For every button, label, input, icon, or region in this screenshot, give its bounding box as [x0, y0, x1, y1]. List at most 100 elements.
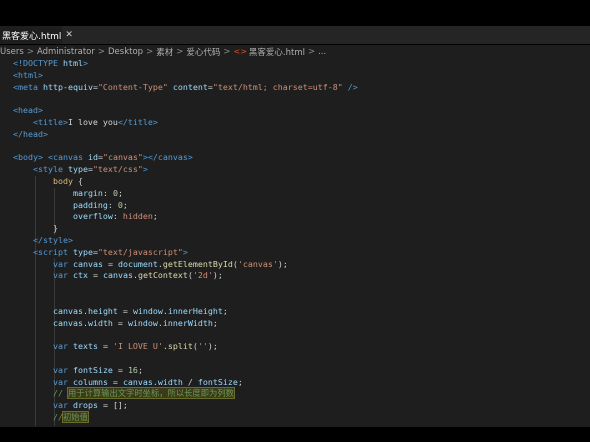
code-area[interactable]: <!DOCTYPE html> <html> <meta http-equiv="C… [13, 58, 590, 424]
screen: 黑客爱心.html ✕ Users > Administrator > Desk… [0, 0, 590, 442]
code-token: <script [32, 246, 73, 257]
code-token: body [52, 175, 73, 186]
code-token: <title> [32, 116, 68, 127]
code-token: canvas [122, 376, 153, 387]
code-line[interactable] [13, 93, 590, 105]
breadcrumb-item-sucai[interactable]: 素材 [156, 46, 173, 58]
code-token: ctx [72, 270, 88, 281]
code-line[interactable]: <head> [13, 105, 590, 117]
code-line[interactable] [13, 282, 590, 294]
code-token: = [112, 317, 128, 328]
code-token: 'canvas' [237, 258, 278, 269]
breadcrumb-item-file[interactable]: 黑客爱心.html [249, 46, 305, 58]
code-token: window [132, 305, 163, 316]
code-token: // [52, 388, 68, 399]
code-token: canvas [72, 258, 103, 269]
code-token: ; [137, 364, 143, 375]
code-line[interactable]: canvas.height = window.innerHeight; [13, 306, 590, 318]
code-token: = [112, 364, 128, 375]
code-token: 16 [127, 364, 138, 375]
code-line[interactable]: <style type="text/css"> [13, 164, 590, 176]
close-icon[interactable]: ✕ [65, 30, 73, 40]
breadcrumb-item-administrator[interactable]: Administrator [37, 47, 95, 57]
code-line[interactable] [13, 329, 590, 341]
code-line[interactable]: var fontSize = 16; [13, 365, 590, 377]
code-token: var [52, 270, 68, 281]
code-line[interactable]: var drops = []; [13, 400, 590, 412]
code-line[interactable]: margin: 0; [13, 188, 590, 200]
code-token: "text/html; charset=utf-8" [212, 81, 343, 92]
code-token: type [72, 246, 93, 257]
code-token: ; [152, 211, 158, 222]
code-line[interactable] [13, 141, 590, 153]
code-line[interactable]: var texts = 'I LOVE U'.split(''); [13, 341, 590, 353]
code-token: = [117, 305, 133, 316]
code-line[interactable]: </style> [13, 235, 590, 247]
editor-tab[interactable]: 黑客爱心.html ✕ [0, 26, 73, 44]
code-token: height [87, 305, 118, 316]
code-token: margin [72, 187, 103, 198]
code-line[interactable]: canvas.width = window.innerWidth; [13, 318, 590, 330]
code-token: hidden [122, 211, 153, 222]
code-line[interactable]: } [13, 223, 590, 235]
code-line[interactable]: <!DOCTYPE html> [13, 58, 590, 70]
code-token: var [52, 258, 68, 269]
code-token: = []; [97, 400, 128, 411]
code-token: ; [222, 305, 228, 316]
chevron-right-icon: > [97, 46, 106, 57]
code-token: padding [72, 199, 108, 210]
code-line[interactable] [13, 353, 590, 365]
code-line[interactable]: </head> [13, 129, 590, 141]
code-token: </title> [117, 116, 158, 127]
code-line[interactable]: var ctx = canvas.getContext('2d'); [13, 270, 590, 282]
breadcrumb-item-desktop[interactable]: Desktop [108, 47, 143, 57]
html-file-icon: <> [233, 47, 247, 56]
code-line[interactable]: var columns = canvas.width / fontSize; [13, 377, 590, 389]
chevron-right-icon: > [176, 46, 184, 57]
code-token: var [52, 400, 68, 411]
code-token: <canvas [47, 152, 88, 163]
code-line[interactable] [13, 294, 590, 306]
code-token: fontSize [197, 376, 238, 387]
code-line[interactable]: <body> <canvas id="canvas"></canvas> [13, 152, 590, 164]
code-line[interactable]: overflow: hidden; [13, 211, 590, 223]
code-line[interactable]: <title>I love you</title> [13, 117, 590, 129]
code-token: columns [72, 376, 108, 387]
breadcrumb-item-more[interactable]: ... [318, 47, 326, 57]
code-token: width [87, 317, 113, 328]
code-token: innerWidth [162, 317, 213, 328]
code-token: // [52, 411, 63, 422]
code-editor[interactable]: <!DOCTYPE html> <html> <meta http-equiv="C… [0, 58, 590, 427]
code-token: ; [212, 317, 218, 328]
code-token: window [127, 317, 158, 328]
code-token: drops [72, 400, 98, 411]
code-token: type [67, 164, 88, 175]
chevron-right-icon: > [307, 46, 316, 57]
code-token: ; [122, 199, 128, 210]
code-line[interactable]: padding: 0; [13, 200, 590, 212]
code-token: = [97, 341, 113, 352]
code-line[interactable]: // 用于计算输出文字时坐标，所以长度即为列数 [13, 387, 590, 400]
code-line[interactable]: body { [13, 176, 590, 188]
code-line[interactable]: <script type="text/javascript"> [13, 247, 590, 259]
tab-label[interactable]: 黑客爱心.html [2, 29, 61, 42]
code-token: ></canvas> [142, 152, 193, 163]
code-line[interactable]: var canvas = document.getElementById('ca… [13, 259, 590, 271]
code-token: <meta [13, 81, 43, 92]
code-token: <head> [13, 105, 43, 116]
breadcrumb-item-aixin-daima[interactable]: 爱心代码 [186, 46, 220, 58]
code-line[interactable]: <html> [13, 70, 590, 82]
code-token: getElementById [162, 258, 233, 269]
code-line[interactable]: <meta http-equiv="Content-Type" content=… [13, 82, 590, 94]
code-line[interactable]: //初始值 [13, 410, 590, 424]
breadcrumb-item-users[interactable]: Users [0, 47, 24, 57]
